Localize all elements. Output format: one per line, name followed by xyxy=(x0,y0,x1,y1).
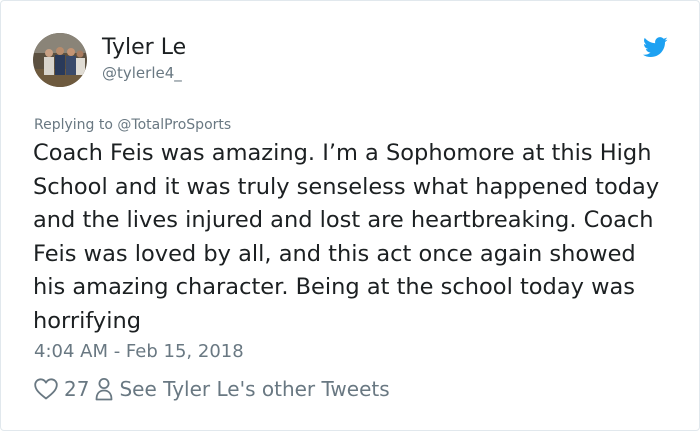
reply-context: Replying to @TotalProSports xyxy=(34,115,231,135)
user-handle[interactable]: @tylerle4_ xyxy=(102,63,182,83)
avatar-image xyxy=(33,33,87,87)
tweet-timestamp[interactable]: 4:04 AM - Feb 15, 2018 xyxy=(34,340,244,364)
like-count: 27 xyxy=(64,377,90,401)
like-button[interactable]: 27 xyxy=(34,377,95,401)
twitter-bird-icon[interactable] xyxy=(643,37,668,58)
tweet-actions: 27 See Tyler Le's other Tweets xyxy=(34,375,390,403)
tweet-card: Tyler Le @tylerle4_ Replying to @TotalPr… xyxy=(0,0,700,431)
heart-icon xyxy=(34,378,58,400)
person-icon xyxy=(95,377,113,401)
avatar[interactable] xyxy=(33,33,87,87)
tweet-text: Coach Feis was amazing. I’m a Sophomore … xyxy=(33,140,660,334)
reply-mention-link[interactable]: @TotalProSports xyxy=(117,117,231,133)
reply-prefix: Replying to xyxy=(34,117,113,133)
display-name[interactable]: Tyler Le xyxy=(102,34,186,62)
other-tweets-link[interactable]: See Tyler Le's other Tweets xyxy=(95,377,390,401)
other-tweets-label: See Tyler Le's other Tweets xyxy=(119,377,390,401)
